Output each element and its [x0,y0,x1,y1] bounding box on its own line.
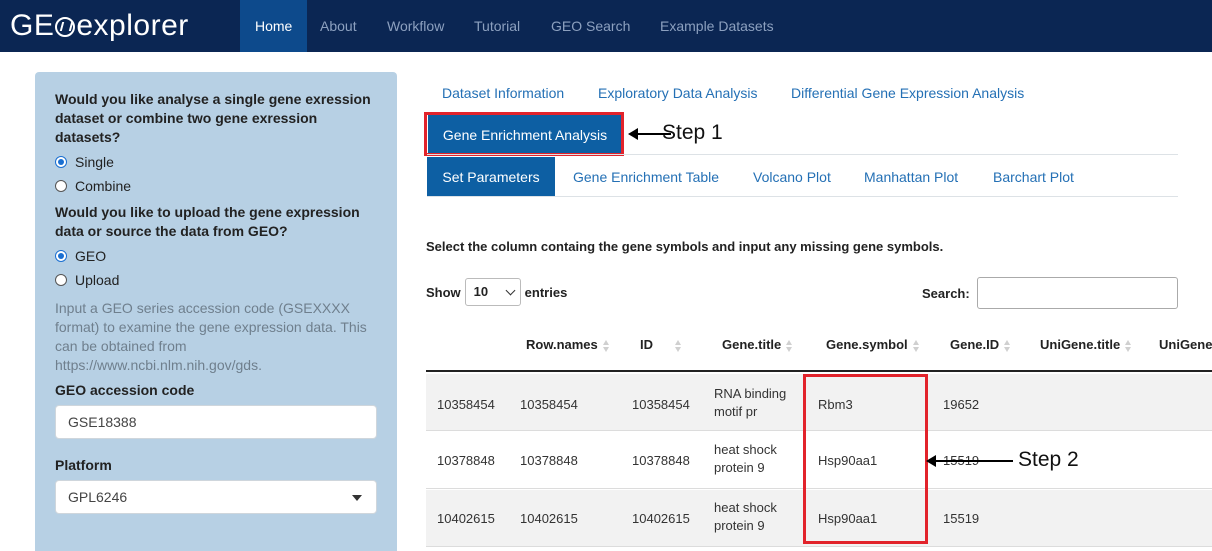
radio-single-label: Single [75,154,114,170]
col-id-label: ID [640,337,653,352]
dataset-count-question: Would you like analyse a single gene exr… [55,91,371,145]
nav-home[interactable]: Home [240,0,308,52]
cell-gene-id: 15519 [943,511,980,526]
chevron-down-icon [505,285,516,296]
entries-select[interactable]: 10 [464,278,521,306]
nav-workflow[interactable]: Workflow [372,0,459,52]
col-gene-title[interactable]: Gene.title [722,337,793,352]
col-gene-id[interactable]: Gene.ID [950,337,1011,352]
radio-single[interactable]: Single [55,150,377,174]
radio-geo[interactable]: GEO [55,244,377,268]
cell-row-names: 10402615 [520,511,578,526]
subtab-set-parameters[interactable]: Set Parameters [427,157,555,197]
sort-icon [602,339,610,352]
nav-example-datasets[interactable]: Example Datasets [645,0,789,52]
cell-id: 10358454 [632,397,690,412]
radio-upload[interactable]: Upload [55,268,377,292]
step2-highlight-box [803,374,928,544]
col-gene-symbol-label: Gene.symbol [826,337,908,352]
radio-geo-label: GEO [75,248,107,264]
sidebar-panel: Would you like analyse a single gene exr… [35,72,397,551]
geo-help-text: Input a GEO series accession code (GSEXX… [55,300,367,373]
nav-tutorial[interactable]: Tutorial [459,0,535,52]
cell-row-names: 10378848 [520,453,578,468]
instruction-text: Select the column containg the gene symb… [426,239,944,254]
step2-label: Step 2 [1018,448,1079,471]
cell-gene-title: RNA binding motif pr [714,386,787,419]
row-index: 10378848 [437,453,495,468]
sort-icon [1125,339,1132,352]
platform-label: Platform [55,457,112,473]
row-index: 10402615 [437,511,495,526]
caret-down-icon [352,495,362,501]
entries-label: entries [524,284,568,300]
col-unigene-title[interactable]: UniGene.title [1040,337,1132,352]
tab-dataset-information[interactable]: Dataset Information [442,85,564,101]
cell-gene-id: 19652 [943,397,980,412]
radio-combine[interactable]: Combine [55,174,377,198]
radio-upload-label: Upload [75,272,120,288]
cell-gene-title: heat shock protein 9 [714,442,777,475]
table-search-input[interactable] [977,277,1178,309]
platform-select[interactable]: GPL6246 [55,480,377,514]
radio-button-checked[interactable] [55,250,67,262]
subtab-manhattan-plot[interactable]: Manhattan Plot [864,169,958,185]
radio-button[interactable] [55,180,67,192]
cell-id: 10402615 [632,511,690,526]
col-id[interactable]: ID [640,337,682,352]
brand-suffix: explorer [76,9,189,42]
col-gene-title-label: Gene.title [722,337,782,352]
radio-combine-label: Combine [75,178,132,194]
subtab-volcano-plot[interactable]: Volcano Plot [753,169,831,185]
radio-button-checked[interactable] [55,156,67,168]
subtab-gene-enrichment-table[interactable]: Gene Enrichment Table [573,169,719,185]
cell-row-names: 10358454 [520,397,578,412]
sort-icon [786,339,793,352]
tab-exploratory-data-analysis[interactable]: Exploratory Data Analysis [598,85,758,101]
col-gene-id-label: Gene.ID [950,337,1000,352]
entries-value: 10 [473,284,489,299]
dna-magnifier-icon [55,17,76,37]
top-navbar: GE explorer Home About Workflow Tutorial … [0,0,1212,52]
col-unigene[interactable]: UniGene [1159,337,1212,352]
cell-id: 10378848 [632,453,690,468]
nav-geo-search[interactable]: GEO Search [536,0,645,52]
col-gene-symbol[interactable]: Gene.symbol [826,337,920,352]
step2-arrow-icon [926,455,1013,467]
data-source-question: Would you like to upload the gene expres… [55,204,360,239]
show-label: Show [426,284,461,300]
nav-about[interactable]: About [305,0,372,52]
brand-prefix: GE [10,9,55,42]
radio-button[interactable] [55,274,67,286]
col-row-names[interactable]: Row.names [526,337,610,352]
row-index: 10358454 [437,397,495,412]
entries-length-control: Show 10 entries [426,277,567,307]
subtabs-divider [427,196,1178,197]
app-logo[interactable]: GE explorer [10,5,189,47]
col-unigene-label: UniGene [1159,337,1212,352]
search-label: Search: [922,286,970,301]
subtab-barchart-plot[interactable]: Barchart Plot [993,169,1074,185]
sort-icon [1004,339,1011,352]
sort-icon [912,339,920,352]
step1-highlight-box [424,112,624,156]
col-row-names-label: Row.names [526,337,598,352]
geo-accession-label: GEO accession code [55,382,195,398]
tab-differential-gene-expression[interactable]: Differential Gene Expression Analysis [791,85,1024,101]
sort-icon [675,339,682,352]
tabs-divider [427,154,1178,155]
table-header-rule [426,370,1212,372]
platform-value: GPL6246 [68,489,128,505]
geo-accession-input[interactable]: GSE18388 [55,405,377,439]
step1-label: Step 1 [662,121,723,144]
col-unigene-title-label: UniGene.title [1040,337,1121,352]
cell-gene-title: heat shock protein 9 [714,500,777,533]
